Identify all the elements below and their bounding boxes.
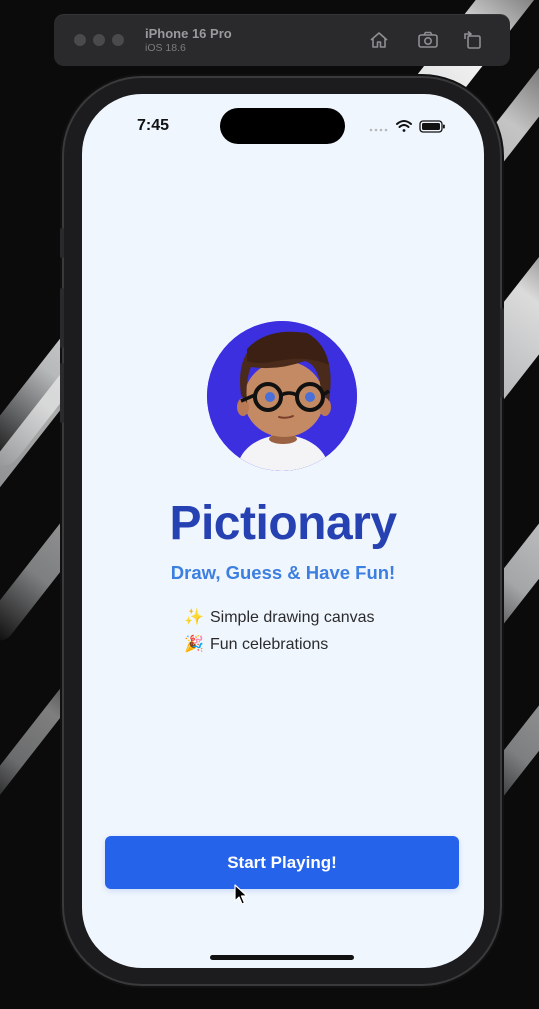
screenshot-camera-icon[interactable] xyxy=(417,30,439,50)
dynamic-island xyxy=(220,108,345,144)
zoom-window-button[interactable] xyxy=(112,34,124,46)
status-icons xyxy=(369,120,445,133)
feature-item: 🎉 Fun celebrations xyxy=(184,634,375,661)
close-window-button[interactable] xyxy=(74,34,86,46)
sparkles-icon: ✨ xyxy=(184,609,204,626)
party-popper-icon: 🎉 xyxy=(184,636,204,653)
feature-text: Fun celebrations xyxy=(210,636,329,653)
power-button xyxy=(500,308,504,398)
home-icon[interactable] xyxy=(368,30,390,50)
simulator-toolbar: iPhone 16 Pro iOS 18.6 xyxy=(54,14,510,66)
cellular-signal-icon xyxy=(369,128,388,132)
memoji-avatar-icon xyxy=(207,321,357,471)
os-version: iOS 18.6 xyxy=(145,42,186,54)
feature-item: ✨ Simple drawing canvas xyxy=(184,607,375,634)
mouse-cursor-icon xyxy=(234,884,248,905)
avatar xyxy=(207,321,357,471)
rotate-device-icon[interactable] xyxy=(462,30,484,50)
app-title: Pictionary xyxy=(169,497,397,550)
app-screen: 7:45 Pictionary Draw, Guess & Have Fun! … xyxy=(82,94,484,968)
feature-text: Simple drawing canvas xyxy=(210,609,375,626)
device-name: iPhone 16 Pro xyxy=(145,26,232,41)
start-playing-button[interactable]: Start Playing! xyxy=(105,836,459,889)
feature-list: ✨ Simple drawing canvas 🎉 Fun celebrations xyxy=(184,607,375,661)
app-tagline: Draw, Guess & Have Fun! xyxy=(170,562,396,583)
action-button xyxy=(60,228,64,258)
status-time: 7:45 xyxy=(137,117,170,134)
battery-icon xyxy=(419,120,445,133)
home-indicator xyxy=(210,955,354,960)
wifi-icon xyxy=(396,120,412,132)
minimize-window-button[interactable] xyxy=(93,34,105,46)
volume-down-button xyxy=(60,363,64,423)
volume-up-button xyxy=(60,288,64,348)
